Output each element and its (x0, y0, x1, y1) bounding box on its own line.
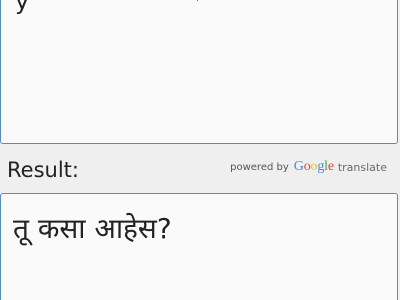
translated-text: तू कसा आहेस? (13, 212, 172, 245)
powered-by-text: powered by (230, 161, 289, 173)
text-cursor (197, 0, 198, 1)
translator-screen: y Result: powered by Google translate तू… (0, 0, 400, 300)
source-text-input[interactable]: y (0, 0, 398, 144)
powered-by-google-translate: powered by Google translate (230, 159, 387, 175)
result-label: Result: (7, 158, 79, 182)
google-logo-letter: e (327, 159, 334, 174)
translation-output[interactable]: तू कसा आहेस? (0, 193, 398, 300)
google-logo: Google (294, 159, 334, 175)
google-logo-letter: o (303, 159, 311, 174)
result-header: Result: powered by Google translate (0, 150, 400, 190)
translate-word: translate (337, 160, 387, 174)
google-logo-letter: G (293, 159, 304, 174)
source-text: y (15, 0, 30, 15)
